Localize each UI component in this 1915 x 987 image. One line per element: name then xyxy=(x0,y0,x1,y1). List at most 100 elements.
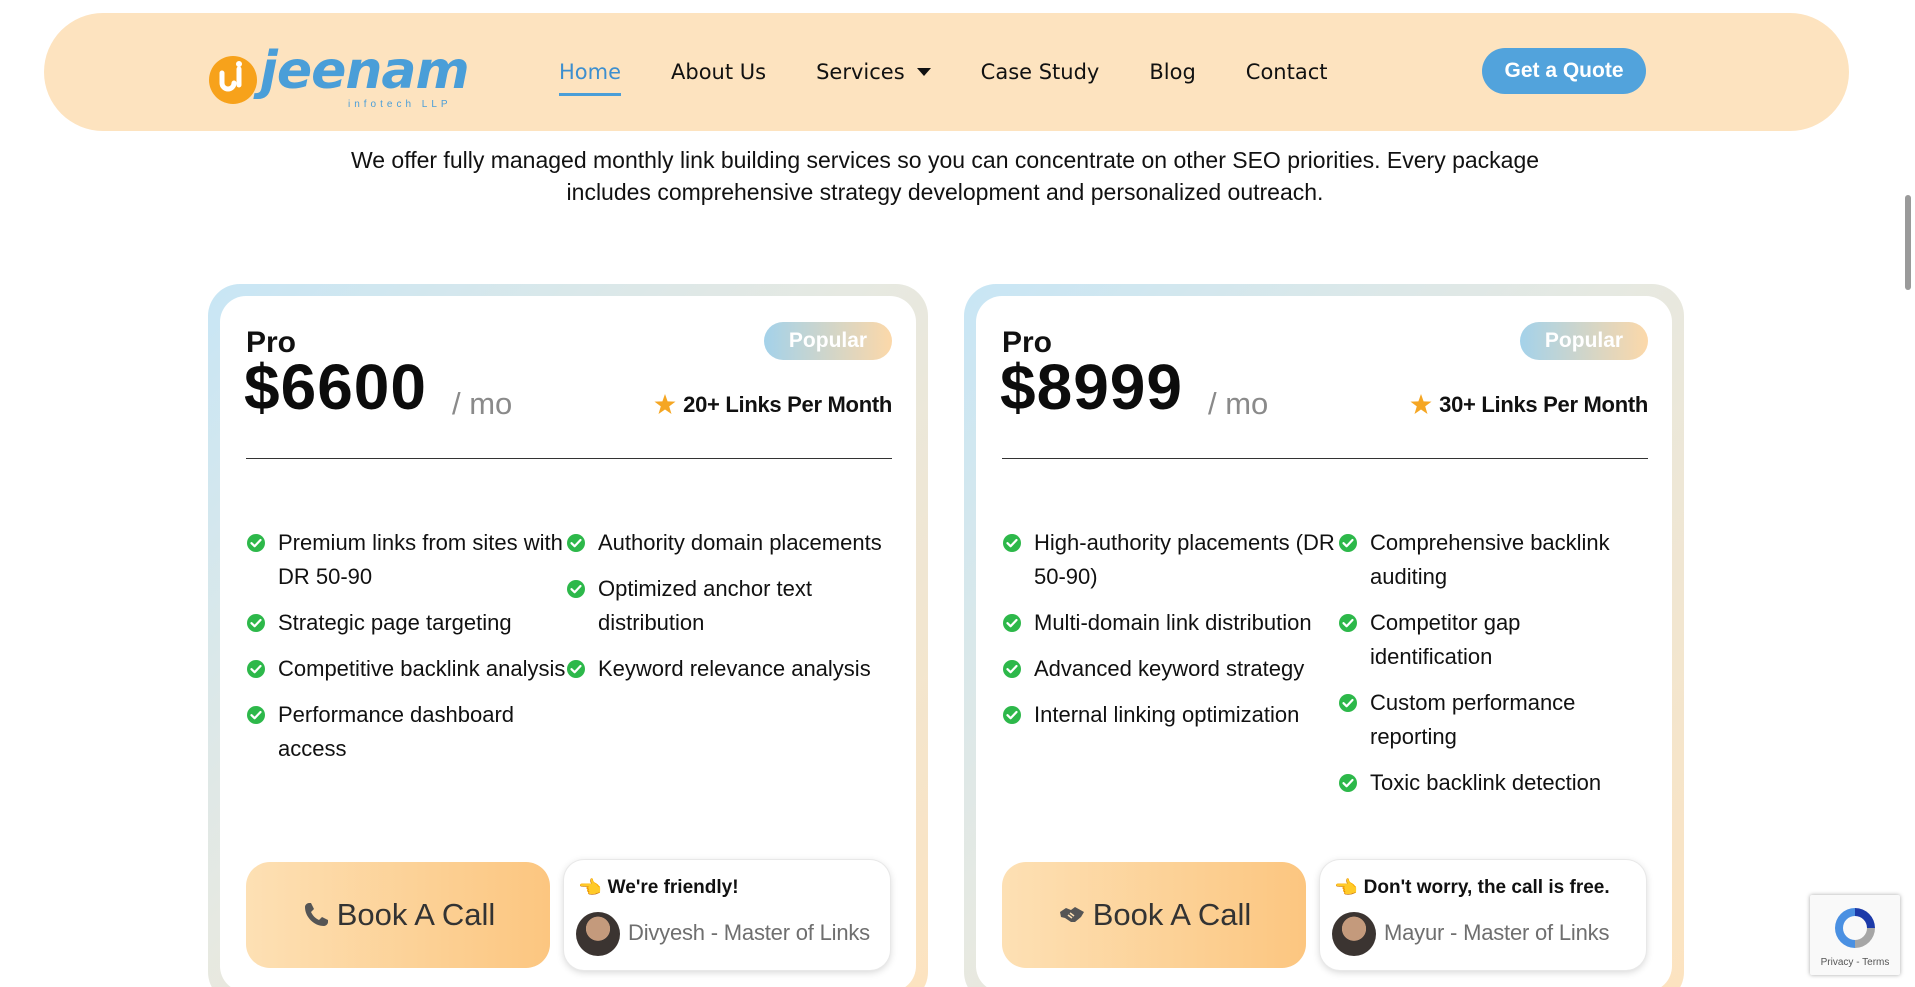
nav-services-label: Services xyxy=(816,60,905,84)
recaptcha-links[interactable]: Privacy - Terms xyxy=(1810,957,1900,968)
feature-item: Toxic backlink detection xyxy=(1338,766,1648,800)
feature-text: Internal linking optimization xyxy=(1034,702,1300,727)
handshake-icon xyxy=(1059,907,1084,922)
feature-text: Competitive backlink analysis xyxy=(278,656,566,681)
check-circle-icon xyxy=(567,660,585,678)
feature-item: Strategic page targeting xyxy=(246,606,566,640)
scrollbar-thumb[interactable] xyxy=(1905,195,1911,290)
check-circle-icon xyxy=(1003,614,1021,632)
nav-blog[interactable]: Blog xyxy=(1149,60,1195,84)
nav-home[interactable]: Home xyxy=(559,60,622,96)
person-name: Mayur - Master of Links xyxy=(1384,920,1610,945)
feature-item: Competitive backlink analysis xyxy=(246,652,566,686)
feature-text: Multi-domain link distribution xyxy=(1034,610,1312,635)
book-a-call-button[interactable]: Book A Call xyxy=(246,862,550,968)
feature-item: Performance dashboard access xyxy=(246,698,566,766)
star-icon xyxy=(1410,394,1432,414)
feature-text: Advanced keyword strategy xyxy=(1034,656,1305,681)
main-nav: Home About Us Services Case Study Blog C… xyxy=(559,13,1377,131)
feature-text: Custom performance reporting xyxy=(1370,690,1576,749)
get-a-quote-button[interactable]: Get a Quote xyxy=(1482,48,1646,94)
person-name: Divyesh - Master of Links xyxy=(628,920,870,945)
feature-column-right: Authority domain placements Optimized an… xyxy=(566,526,892,778)
book-a-call-label: Book A Call xyxy=(1092,897,1252,932)
nav-case-study[interactable]: Case Study xyxy=(981,60,1100,84)
friendly-note-text: We're friendly! xyxy=(607,877,739,898)
check-circle-icon xyxy=(247,614,265,632)
avatar xyxy=(576,912,620,956)
feature-list: High-authority placements (DR 50-90) Mul… xyxy=(1002,526,1648,812)
feature-item: Custom performance reporting xyxy=(1338,686,1648,754)
feature-item: Multi-domain link distribution xyxy=(1002,606,1338,640)
links-per-month-text: 20+ Links Per Month xyxy=(683,392,892,417)
check-circle-icon xyxy=(247,706,265,724)
feature-item: Internal linking optimization xyxy=(1002,698,1338,732)
feature-list: Premium links from sites with DR 50-90 S… xyxy=(246,526,892,778)
feature-text: Competitor gap identification xyxy=(1370,610,1521,669)
book-a-call-button[interactable]: Book A Call xyxy=(1002,862,1306,968)
nav-about-us[interactable]: About Us xyxy=(671,60,766,84)
links-per-month-text: 30+ Links Per Month xyxy=(1439,392,1648,417)
feature-item: Premium links from sites with DR 50-90 xyxy=(246,526,566,594)
feature-column-left: Premium links from sites with DR 50-90 S… xyxy=(246,526,566,778)
check-circle-icon xyxy=(1003,706,1021,724)
check-circle-icon xyxy=(1339,534,1357,552)
recaptcha-icon xyxy=(1835,908,1875,948)
jeenam-logo[interactable]: jeenam infotech LLP xyxy=(208,41,470,111)
page-scrollbar[interactable] xyxy=(1900,0,1915,987)
feature-text: Optimized anchor text distribution xyxy=(598,576,812,635)
feature-text: Keyword relevance analysis xyxy=(598,656,871,681)
nav-services[interactable]: Services xyxy=(816,60,931,84)
logo-wordmark: jeenam xyxy=(260,41,470,101)
book-a-call-label: Book A Call xyxy=(336,897,496,932)
feature-text: Performance dashboard access xyxy=(278,702,515,761)
pricing-card: Pro $6600 / mo Popular 20+ Links Per Mon… xyxy=(220,296,916,987)
check-circle-icon xyxy=(1339,694,1357,712)
logo-mark-icon xyxy=(209,56,257,104)
feature-text: Premium links from sites with DR 50-90 xyxy=(278,530,563,589)
feature-text: High-authority placements (DR 50-90) xyxy=(1034,530,1335,589)
star-icon xyxy=(654,394,676,414)
feature-text: Comprehensive backlink auditing xyxy=(1370,530,1610,589)
feature-column-right: Comprehensive backlink auditing Competit… xyxy=(1338,526,1648,812)
check-circle-icon xyxy=(247,534,265,552)
plan-period: / mo xyxy=(1208,386,1269,421)
recaptcha-badge[interactable]: Privacy - Terms xyxy=(1810,895,1900,975)
feature-text: Strategic page targeting xyxy=(278,610,512,635)
pricing-card-border: Pro $6600 / mo Popular 20+ Links Per Mon… xyxy=(208,284,928,987)
phone-icon xyxy=(304,903,328,926)
popular-badge: Popular xyxy=(764,322,892,360)
feature-item: Optimized anchor text distribution xyxy=(566,572,892,640)
friendly-note: 👈 We're friendly! Divyesh - Master of Li… xyxy=(564,860,890,970)
site-header: jeenam infotech LLP Home About Us Servic… xyxy=(44,13,1849,131)
pricing-card: Pro $8999 / mo Popular 30+ Links Per Mon… xyxy=(976,296,1672,987)
check-circle-icon xyxy=(1003,660,1021,678)
plan-price: $6600 xyxy=(244,351,427,423)
feature-item: Keyword relevance analysis xyxy=(566,652,892,686)
feature-item: Advanced keyword strategy xyxy=(1002,652,1338,686)
logo-subtitle: infotech LLP xyxy=(348,99,452,110)
feature-item: Competitor gap identification xyxy=(1338,606,1648,674)
feature-text: Authority domain placements xyxy=(598,530,882,555)
check-circle-icon xyxy=(567,534,585,552)
pointing-hand-icon: 👈 xyxy=(578,878,602,899)
nav-contact[interactable]: Contact xyxy=(1246,60,1328,84)
check-circle-icon xyxy=(1339,774,1357,792)
divider xyxy=(246,458,892,459)
feature-item: Comprehensive backlink auditing xyxy=(1338,526,1648,594)
feature-item: High-authority placements (DR 50-90) xyxy=(1002,526,1338,594)
feature-text: Toxic backlink detection xyxy=(1370,770,1602,795)
feature-column-left: High-authority placements (DR 50-90) Mul… xyxy=(1002,526,1338,812)
feature-item: Authority domain placements xyxy=(566,526,892,560)
avatar xyxy=(1332,912,1376,956)
links-per-month: 30+ Links Per Month xyxy=(1409,392,1648,418)
plan-period: / mo xyxy=(452,386,513,421)
pricing-card-border: Pro $8999 / mo Popular 30+ Links Per Mon… xyxy=(964,284,1684,987)
friendly-note-header: 👈 We're friendly! xyxy=(578,876,739,900)
friendly-note-text: Don't worry, the call is free. xyxy=(1363,877,1610,898)
friendly-note: 👈 Don't worry, the call is free. Mayur -… xyxy=(1320,860,1646,970)
check-circle-icon xyxy=(1339,614,1357,632)
divider xyxy=(1002,458,1648,459)
check-circle-icon xyxy=(567,580,585,598)
links-per-month: 20+ Links Per Month xyxy=(653,392,892,418)
